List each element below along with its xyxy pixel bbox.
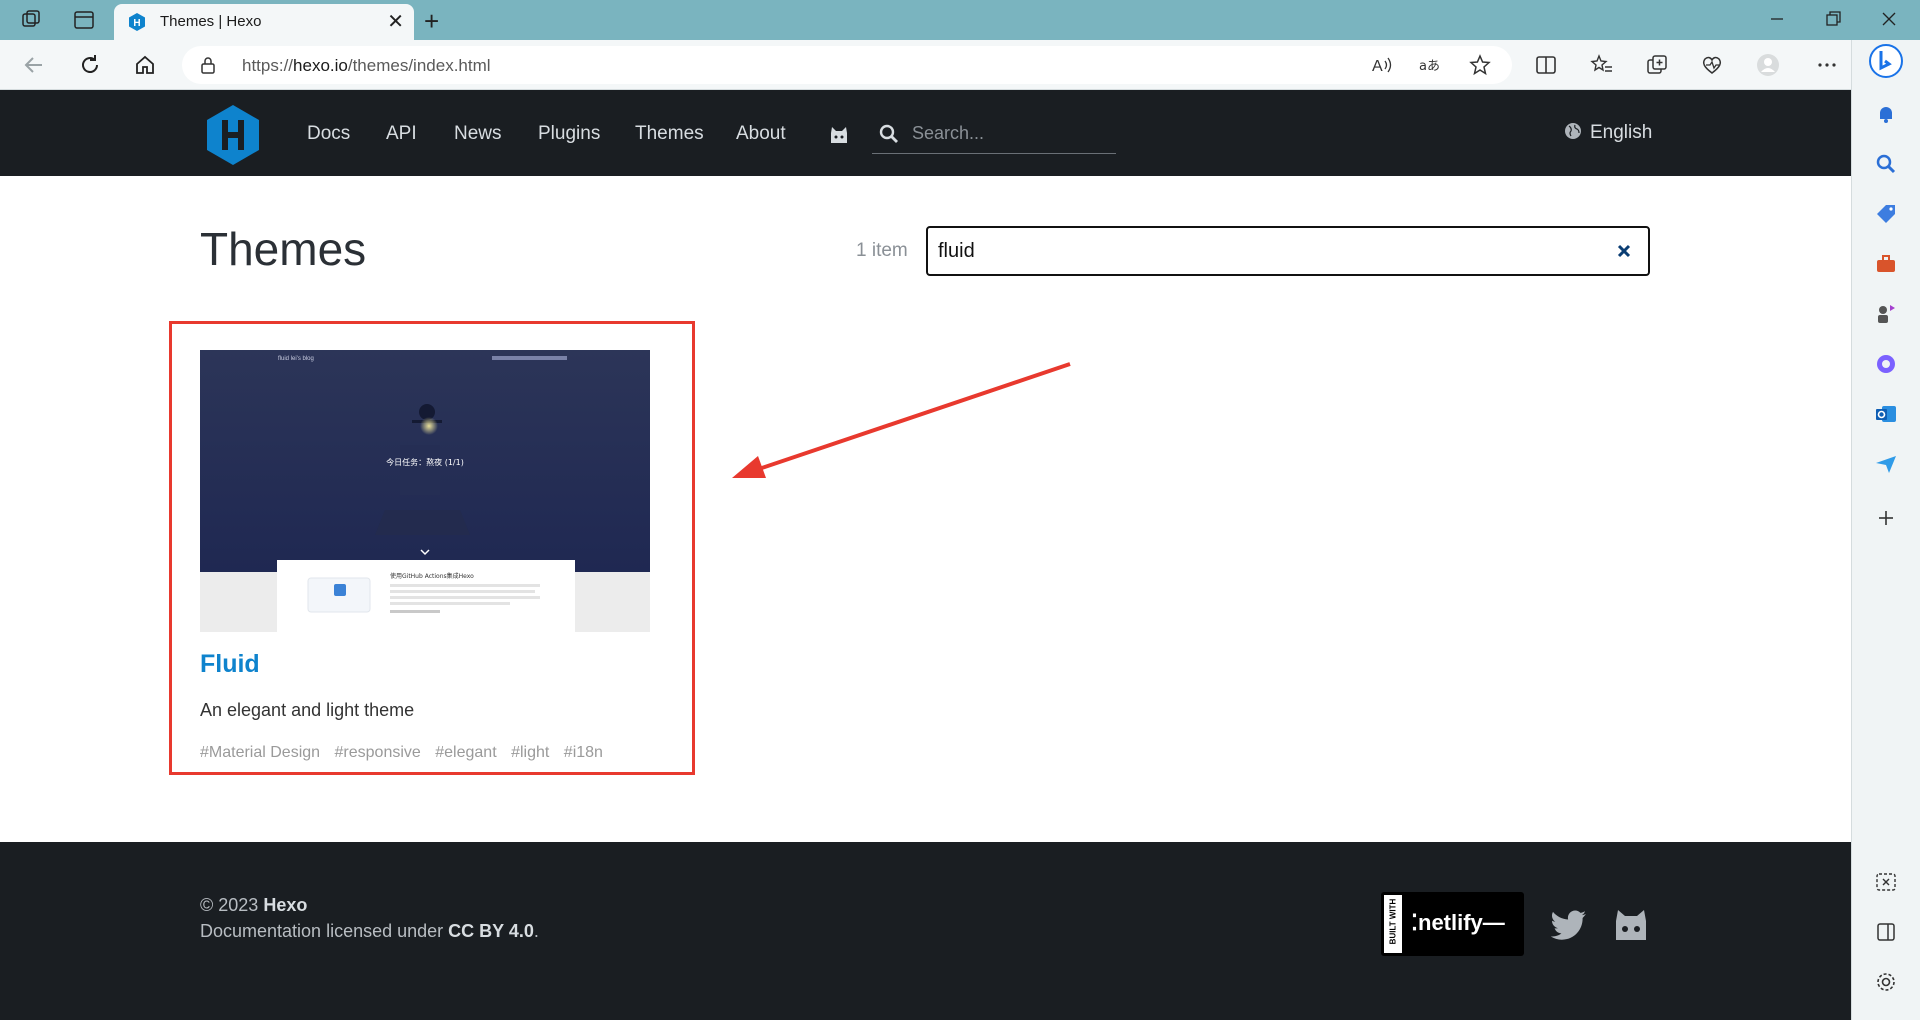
profile-avatar-icon[interactable]: [1756, 53, 1780, 77]
window-close-icon[interactable]: [1878, 8, 1900, 30]
minimize-icon[interactable]: [1766, 8, 1788, 30]
shopping-tag-icon[interactable]: [1874, 202, 1898, 226]
favorites-list-icon[interactable]: [1590, 53, 1614, 77]
new-tab-icon[interactable]: +: [424, 6, 439, 37]
nav-news[interactable]: News: [454, 123, 502, 145]
back-arrow-icon[interactable]: [22, 53, 46, 77]
search-sidebar-icon[interactable]: [1874, 152, 1898, 176]
copyright-block: © 2023 Hexo Documentation licensed under…: [200, 892, 539, 944]
nav-about[interactable]: About: [736, 123, 786, 145]
active-tab[interactable]: H Themes | Hexo ✕: [114, 4, 414, 40]
theme-tag[interactable]: #Material Design: [200, 744, 320, 761]
site-footer: © 2023 Hexo Documentation licensed under…: [0, 842, 1851, 1020]
theme-tag[interactable]: #i18n: [564, 744, 603, 761]
language-label: English: [1590, 122, 1653, 143]
lock-icon[interactable]: [200, 56, 216, 74]
site-header: Docs API News Plugins Themes About Engli…: [0, 90, 1851, 176]
search-icon: [879, 124, 898, 143]
badge-name: ⁚netlify—: [1411, 910, 1505, 935]
thumb-headline: 今日任务：熬夜 (1/1): [386, 457, 464, 467]
theme-tags: #Material Design #responsive #elegant #l…: [200, 744, 613, 762]
language-selector[interactable]: English: [1564, 122, 1652, 144]
theme-name-link[interactable]: Fluid: [200, 650, 260, 679]
thumb-blog-title: fluid lei's blog: [278, 356, 314, 362]
add-sidebar-app-icon[interactable]: [1874, 506, 1898, 530]
page-title: Themes: [200, 223, 367, 275]
red-arrow-annotation: [732, 362, 1071, 478]
thumb-post-title: 使用GitHub Actions集成Hexo: [390, 572, 474, 580]
theme-tag[interactable]: #light: [511, 744, 549, 761]
browser-toolbar: https://hexo.io/themes/index.html A aあ: [0, 40, 1920, 90]
screenshot-capture-icon[interactable]: [1874, 870, 1898, 894]
refresh-icon[interactable]: [78, 53, 102, 77]
outlook-icon[interactable]: [1874, 402, 1898, 426]
translate-icon[interactable]: aあ: [1418, 53, 1442, 77]
theme-tag[interactable]: #responsive: [335, 744, 421, 761]
hexo-favicon-icon: H: [129, 13, 145, 31]
split-screen-icon[interactable]: [1534, 53, 1558, 77]
drop-send-icon[interactable]: [1874, 452, 1898, 476]
collections-icon[interactable]: [1645, 53, 1669, 77]
netlify-badge[interactable]: BUILT WITH ⁚netlify—: [1381, 892, 1524, 956]
notifications-bell-icon[interactable]: [1874, 102, 1898, 126]
theme-description: An elegant and light theme: [200, 700, 415, 720]
twitter-icon[interactable]: [1551, 910, 1587, 940]
tab-close-icon[interactable]: ✕: [387, 9, 404, 34]
hexo-logo-icon[interactable]: [205, 104, 261, 166]
license-link[interactable]: CC BY 4.0: [448, 921, 534, 941]
microsoft-365-icon[interactable]: [1874, 352, 1898, 376]
url-text: https://hexo.io/themes/index.html: [242, 56, 491, 75]
github-footer-icon[interactable]: [1612, 908, 1650, 942]
svg-text:A: A: [1372, 58, 1383, 75]
bing-copilot-icon[interactable]: [1869, 44, 1903, 78]
github-nav-icon[interactable]: [828, 124, 850, 146]
home-icon[interactable]: [133, 53, 157, 77]
hide-sidebar-icon[interactable]: [1874, 920, 1898, 944]
nav-api[interactable]: API: [386, 123, 417, 145]
svg-text:aあ: aあ: [1419, 59, 1440, 74]
tab-title: Themes | Hexo: [160, 13, 262, 30]
nav-plugins[interactable]: Plugins: [538, 123, 600, 145]
badge-small-text: BUILT WITH: [1388, 898, 1398, 945]
copyright-line: © 2023 Hexo: [200, 895, 308, 915]
globe-icon: [1565, 123, 1581, 139]
theme-thumbnail[interactable]: fluid lei's blog 今日任务：熬夜 (1/1) 使用GitHub …: [200, 350, 650, 632]
theme-tag[interactable]: #elegant: [435, 744, 496, 761]
nav-themes[interactable]: Themes: [635, 123, 704, 145]
read-aloud-icon[interactable]: A: [1370, 53, 1394, 77]
restore-icon[interactable]: [1822, 8, 1844, 30]
theme-filter-box: [926, 226, 1650, 276]
item-count: 1 item: [856, 240, 908, 261]
favorite-star-icon[interactable]: [1468, 53, 1492, 77]
site-search-input[interactable]: [872, 114, 1116, 154]
svg-text:H: H: [133, 18, 140, 29]
nav-docs[interactable]: Docs: [307, 123, 350, 145]
tools-briefcase-icon[interactable]: [1874, 252, 1898, 276]
browser-tab-bar: H Themes | Hexo ✕ +: [0, 0, 1920, 40]
address-bar[interactable]: https://hexo.io/themes/index.html: [182, 46, 1512, 84]
more-menu-icon[interactable]: [1815, 53, 1839, 77]
tab-actions-icon[interactable]: [73, 9, 95, 31]
web-page: Docs API News Plugins Themes About Engli…: [0, 90, 1851, 1020]
games-icon[interactable]: [1874, 302, 1898, 326]
sidebar-settings-gear-icon[interactable]: [1874, 970, 1898, 994]
theme-filter-input[interactable]: [938, 236, 1578, 266]
license-line: Documentation licensed under CC BY 4.0.: [200, 921, 539, 941]
browser-essentials-icon[interactable]: [1700, 53, 1724, 77]
workspaces-icon[interactable]: [20, 9, 42, 31]
edge-sidebar: [1851, 40, 1920, 1020]
clear-filter-icon[interactable]: [1614, 241, 1634, 261]
